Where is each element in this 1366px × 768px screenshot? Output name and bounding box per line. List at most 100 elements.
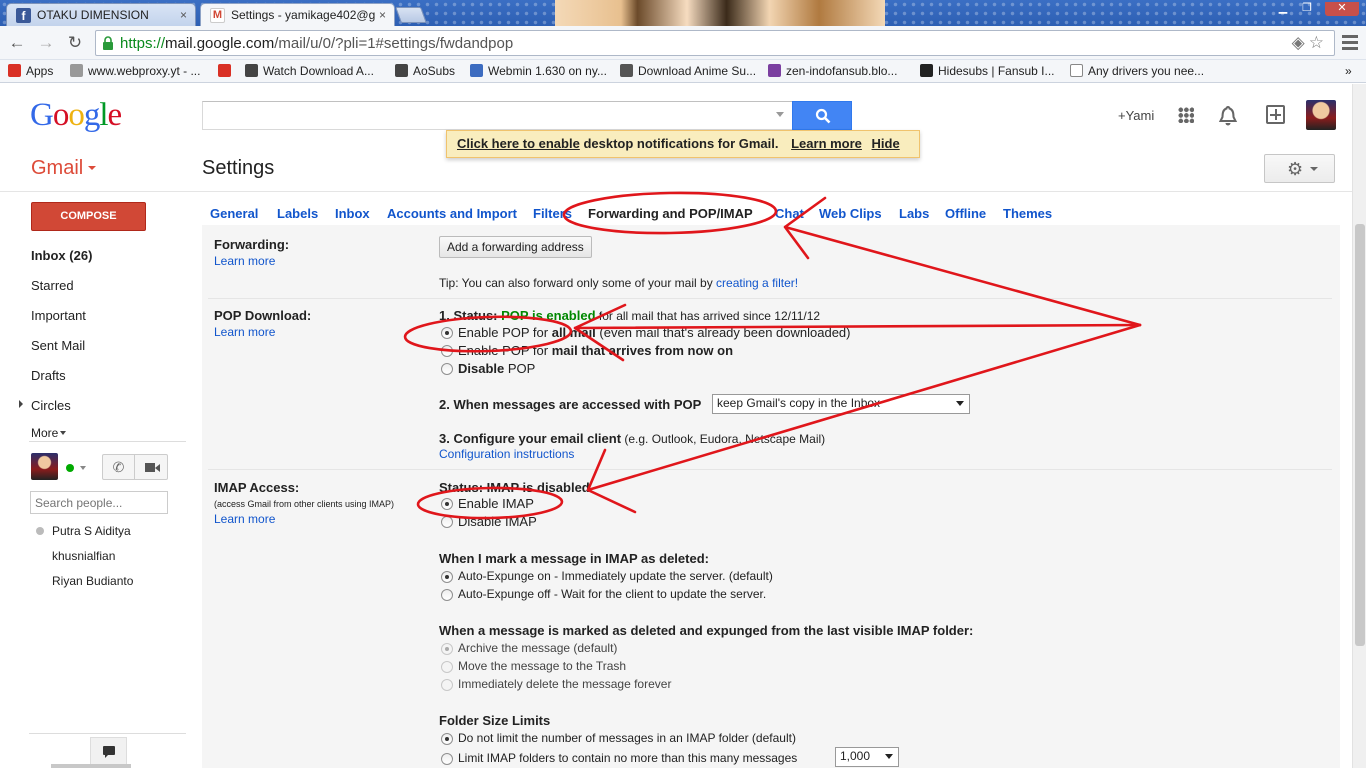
pop-option-radio[interactable]	[441, 327, 453, 339]
bookmark-item[interactable]: AoSubs	[395, 63, 455, 80]
bookmark-item[interactable]: zen-indofansub.blo...	[768, 63, 897, 80]
tab-offline[interactable]: Offline	[945, 206, 986, 221]
tab-accounts-and-import[interactable]: Accounts and Import	[387, 206, 517, 221]
imap-option-radio[interactable]	[441, 498, 453, 510]
nav-item-starred[interactable]: Starred	[31, 278, 74, 293]
browser-menu-icon[interactable]	[1342, 32, 1358, 54]
tab-gmail-settings[interactable]: M Settings - yamikage402@g ×	[200, 3, 395, 26]
chat-avatar[interactable]	[31, 453, 58, 480]
call-phone-button[interactable]: ✆	[102, 454, 135, 480]
new-tab-button[interactable]	[395, 7, 427, 23]
auto-expunge-option-radio[interactable]	[441, 571, 453, 583]
tab-forwarding-and-pop-imap[interactable]: Forwarding and POP/IMAP	[588, 206, 753, 221]
nav-item-circles[interactable]: Circles	[31, 398, 71, 413]
tab-filters[interactable]: Filters	[533, 206, 572, 221]
bookmark-item[interactable]: Download Anime Su...	[620, 63, 756, 80]
google-plus-profile-link[interactable]: +Yami	[1118, 108, 1154, 123]
forwarding-learn-more-link[interactable]: Learn more	[214, 254, 275, 268]
expunged-option-radio[interactable]	[441, 679, 453, 691]
apps-grid-icon[interactable]	[1178, 107, 1194, 123]
chat-button[interactable]	[90, 737, 127, 765]
share-plus-icon[interactable]	[1266, 105, 1285, 124]
bookmark-item[interactable]: Webmin 1.630 on ny...	[470, 63, 607, 80]
notifications-bell-icon[interactable]	[1218, 105, 1238, 127]
minimize-icon[interactable]: ▁	[1274, 2, 1292, 16]
search-button[interactable]	[792, 101, 852, 130]
scrollbar-thumb[interactable]	[1355, 224, 1365, 646]
chat-contact[interactable]: Putra S Aiditya	[52, 524, 131, 538]
chat-contact[interactable]: khusnialfian	[52, 549, 115, 563]
create-filter-link[interactable]: creating a filter!	[716, 276, 798, 290]
tab-inbox[interactable]: Inbox	[335, 206, 370, 221]
status-caret-icon[interactable]	[80, 466, 86, 470]
notification-learn-more-link[interactable]: Learn more	[791, 136, 862, 151]
folder-limit-option-radio[interactable]	[441, 753, 453, 765]
search-input[interactable]	[202, 101, 793, 130]
expunged-option-radio[interactable]	[441, 643, 453, 655]
bookmark-item[interactable]: Any drivers you nee...	[1070, 63, 1204, 80]
video-call-button[interactable]	[134, 454, 168, 480]
online-status-icon[interactable]	[66, 464, 74, 472]
chat-contact[interactable]: Riyan Budianto	[52, 574, 133, 588]
close-tab-icon[interactable]: ×	[180, 4, 187, 26]
nav-more[interactable]: More	[31, 426, 67, 440]
imap-learn-more-link[interactable]: Learn more	[214, 512, 275, 526]
add-forwarding-address-button[interactable]: Add a forwarding address	[439, 236, 592, 258]
folder-limit-option-label: Limit IMAP folders to contain no more th…	[458, 751, 798, 765]
imap-access-label: IMAP Access:	[214, 480, 300, 495]
tab-labels[interactable]: Labels	[277, 206, 318, 221]
account-avatar[interactable]	[1306, 100, 1336, 130]
close-window-icon[interactable]: ✕	[1325, 2, 1359, 16]
tab-chat[interactable]: Chat	[775, 206, 804, 221]
pop-learn-more-link[interactable]: Learn more	[214, 325, 275, 339]
tab-labs[interactable]: Labs	[899, 206, 929, 221]
nav-item-inbox[interactable]: Inbox (26)	[31, 248, 92, 263]
pop-access-select[interactable]: keep Gmail's copy in the Inbox	[712, 394, 970, 414]
tab-otaku-dimension[interactable]: f OTAKU DIMENSION ×	[6, 3, 196, 26]
nav-item-sent-mail[interactable]: Sent Mail	[31, 338, 85, 353]
nav-scrollbar-thumb[interactable]	[51, 764, 131, 768]
expunged-option-radio[interactable]	[441, 661, 453, 673]
close-tab-icon[interactable]: ×	[379, 4, 386, 26]
page-scrollbar[interactable]	[1352, 84, 1366, 768]
bookmark-label: Apps	[26, 64, 54, 78]
configuration-instructions-link[interactable]: Configuration instructions	[439, 447, 574, 461]
nav-item-drafts[interactable]: Drafts	[31, 368, 66, 383]
tab-themes[interactable]: Themes	[1003, 206, 1052, 221]
enable-notifications-link[interactable]: Click here to enable	[457, 136, 580, 151]
address-bar[interactable]: https://mail.google.com/mail/u/0/?pli=1#…	[95, 30, 1335, 56]
bookmark-item[interactable]: Watch Download A...	[245, 63, 374, 80]
pop-option-radio[interactable]	[441, 345, 453, 357]
logo-letter: o	[52, 97, 69, 133]
search-people-input[interactable]	[30, 491, 168, 514]
back-icon[interactable]: ←	[6, 32, 28, 54]
hide-notification-link[interactable]: Hide	[872, 136, 900, 151]
reload-icon[interactable]: ↻	[64, 32, 86, 54]
bookmark-item[interactable]: Apps	[8, 63, 53, 80]
search-options-caret-icon[interactable]	[776, 112, 784, 117]
google-logo[interactable]: Google	[30, 97, 122, 134]
restore-icon[interactable]: ❐	[1298, 2, 1316, 16]
expand-arrow-icon[interactable]	[19, 400, 23, 408]
imap-option-label: Disable IMAP	[458, 514, 537, 529]
nav-item-important[interactable]: Important	[31, 308, 86, 323]
folder-icon	[245, 64, 258, 77]
compose-button[interactable]: COMPOSE	[31, 202, 146, 231]
imap-option-radio[interactable]	[441, 516, 453, 528]
bookmark-item[interactable]: www.webproxy.yt - ...	[70, 63, 200, 80]
extension-icon[interactable]: ◈	[1292, 33, 1309, 52]
bookmark-star-icon[interactable]: ☆	[1309, 33, 1328, 52]
folder-limit-select[interactable]: 1,000	[835, 747, 899, 767]
forward-icon[interactable]: →	[35, 32, 57, 54]
bookmark-item[interactable]	[218, 63, 236, 80]
settings-gear-button[interactable]: ⚙	[1264, 154, 1335, 183]
tab-general[interactable]: General	[210, 206, 258, 221]
pop-option-radio[interactable]	[441, 363, 453, 375]
gmail-menu[interactable]: Gmail	[31, 157, 97, 180]
theme-artwork	[555, 0, 885, 26]
bookmarks-overflow-icon[interactable]: »	[1345, 63, 1352, 80]
tab-web-clips[interactable]: Web Clips	[819, 206, 882, 221]
auto-expunge-option-radio[interactable]	[441, 589, 453, 601]
bookmark-item[interactable]: Hidesubs | Fansub I...	[920, 63, 1055, 80]
folder-limit-option-radio[interactable]	[441, 733, 453, 745]
